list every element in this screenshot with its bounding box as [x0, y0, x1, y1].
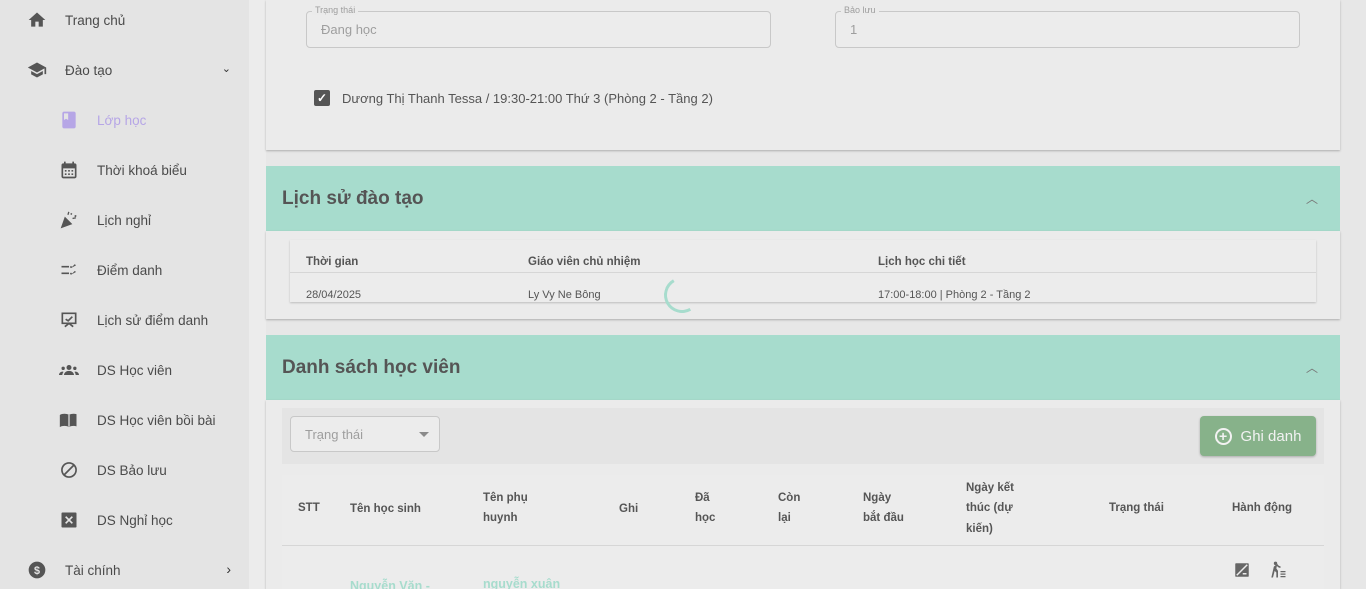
sidebar-item-timetable[interactable]: Thời khoá biểu — [0, 150, 249, 190]
column-header: Trạng thái — [1109, 502, 1164, 514]
column-header: lại — [778, 512, 791, 524]
training-history-header[interactable]: Lịch sử đào tạo ︿ — [266, 166, 1340, 231]
sidebar-item-attendance[interactable]: Điểm danh — [0, 250, 249, 290]
sidebar-item-label: Điểm danh — [97, 262, 163, 278]
sidebar-item-home[interactable]: Trang chủ — [0, 0, 249, 40]
column-header: Giáo viên chủ nhiệm — [528, 256, 641, 268]
student-table: STT Tên học sinh Tên phụ huynh Ghi Đã họ… — [282, 475, 1324, 589]
book-icon — [59, 110, 79, 130]
attendance-history-icon — [59, 310, 79, 330]
sidebar-item-finance[interactable]: $ Tài chính › — [0, 550, 249, 589]
training-history-card: Thời gian Giáo viên chủ nhiệm Lịch học c… — [266, 231, 1340, 319]
sidebar-item-label: Tài chính — [65, 562, 121, 578]
sidebar: Trang chủ Đào tạo ⌄ Lớp học Thời khoá bi… — [0, 0, 249, 589]
sidebar-item-label: Lịch nghỉ — [97, 212, 152, 228]
sidebar-item-holidays[interactable]: Lịch nghỉ — [0, 200, 249, 240]
sidebar-divider — [249, 0, 266, 589]
sidebar-item-label: DS Nghỉ học — [97, 512, 173, 528]
block-icon — [59, 460, 79, 480]
enrollment-info-card: Trạng thái Đang học Bảo lưu 1 ✓ Dương Th… — [266, 0, 1340, 150]
dollar-circle-icon: $ — [27, 560, 47, 580]
status-field-label: Trạng thái — [312, 5, 359, 15]
column-header: Ngày — [863, 492, 892, 504]
sidebar-item-label: DS Học viên — [97, 362, 173, 378]
column-header: Hành động — [1232, 502, 1293, 514]
column-header: Còn — [778, 492, 801, 504]
sidebar-item-dropouts[interactable]: DS Nghỉ học — [0, 500, 249, 540]
column-header: STT — [298, 502, 320, 514]
student-name-link[interactable]: Nguyễn Văn - — [350, 579, 430, 589]
parent-name-link[interactable]: nguyễn xuân — [483, 577, 560, 589]
sidebar-item-training[interactable]: Đào tạo ⌄ — [0, 50, 249, 90]
graduation-cap-icon — [27, 60, 47, 80]
sidebar-item-classes[interactable]: Lớp học — [0, 100, 249, 140]
column-header: thúc (dự — [966, 502, 1013, 514]
section-title: Danh sách học viên — [282, 356, 461, 378]
class-schedule-label: Dương Thị Thanh Tessa / 19:30-21:00 Thứ … — [342, 90, 713, 106]
status-field-value: Đang học — [321, 22, 377, 37]
divider — [282, 545, 1324, 546]
open-book-icon — [59, 410, 79, 430]
status-filter-placeholder: Trạng thái — [305, 427, 364, 442]
student-leave-icon[interactable] — [1268, 560, 1288, 580]
home-icon — [27, 10, 47, 30]
sidebar-item-reserved[interactable]: DS Bảo lưu — [0, 450, 249, 490]
column-header: Ghi — [619, 503, 639, 515]
dropdown-arrow-icon — [419, 432, 429, 437]
chevron-up-icon[interactable]: ︿ — [1306, 190, 1318, 207]
chevron-up-icon[interactable]: ︿ — [1306, 359, 1318, 376]
sidebar-item-label: Trang chủ — [65, 12, 126, 28]
party-popper-icon — [59, 210, 79, 230]
column-header: học — [695, 512, 716, 524]
edit-image-icon[interactable] — [1232, 560, 1252, 580]
sidebar-item-label: Lớp học — [97, 112, 147, 128]
reserve-field-value: 1 — [850, 22, 858, 37]
column-header: kiến) — [966, 523, 993, 535]
sidebar-item-label: DS Bảo lưu — [97, 462, 167, 478]
column-header: Thời gian — [306, 256, 359, 268]
sidebar-item-makeup-students[interactable]: DS Học viên bồi bài — [0, 400, 249, 440]
checkbox-checked-icon[interactable]: ✓ — [314, 90, 330, 106]
divider — [290, 272, 1316, 273]
reserve-field-label: Bảo lưu — [841, 5, 879, 15]
section-title: Lịch sử đào tạo — [282, 187, 424, 209]
add-circle-icon: + — [1214, 427, 1232, 445]
chevron-down-icon: ⌄ — [221, 63, 231, 75]
sidebar-item-label: DS Học viên bồi bài — [97, 412, 216, 428]
history-table: Thời gian Giáo viên chủ nhiệm Lịch học c… — [290, 240, 1316, 302]
column-header: Đã — [695, 492, 710, 504]
sidebar-item-label: Thời khoá biểu — [97, 162, 187, 178]
column-header: Tên phụ — [483, 492, 528, 504]
student-toolbar: Trạng thái + Ghi danh — [282, 408, 1324, 464]
student-list-header[interactable]: Danh sách học viên ︿ — [266, 335, 1340, 400]
column-header: Lịch học chi tiết — [878, 256, 966, 268]
column-header: bắt đầu — [863, 512, 904, 524]
column-header: Ngày kết — [966, 482, 1014, 494]
table-cell: 28/04/2025 — [306, 289, 362, 301]
svg-text:$: $ — [34, 565, 40, 577]
sidebar-item-label: Lịch sử điểm danh — [97, 312, 209, 328]
groups-icon — [59, 360, 79, 380]
sidebar-item-label: Đào tạo — [65, 62, 113, 78]
enroll-button[interactable]: + Ghi danh — [1200, 416, 1316, 456]
calendar-icon — [59, 160, 79, 180]
status-field[interactable]: Trạng thái Đang học — [306, 5, 771, 48]
chevron-right-icon: › — [226, 561, 231, 577]
table-cell: 17:00-18:00 | Phòng 2 - Tầng 2 — [878, 289, 1031, 301]
x-box-icon — [59, 510, 79, 530]
main-content: Trạng thái Đang học Bảo lưu 1 ✓ Dương Th… — [266, 0, 1340, 589]
student-list-card: Trạng thái + Ghi danh STT Tên học sinh T… — [266, 400, 1340, 589]
status-filter-select[interactable]: Trạng thái — [290, 416, 440, 452]
reserve-field[interactable]: Bảo lưu 1 — [835, 5, 1300, 48]
column-header: huynh — [483, 512, 518, 524]
class-schedule-option[interactable]: ✓ Dương Thị Thanh Tessa / 19:30-21:00 Th… — [314, 90, 713, 106]
sidebar-item-students[interactable]: DS Học viên — [0, 350, 249, 390]
table-cell: Ly Vy Ne Bông — [528, 289, 601, 301]
column-header: Tên học sinh — [350, 503, 421, 515]
checklist-icon — [59, 260, 79, 280]
sidebar-item-attendance-history[interactable]: Lịch sử điểm danh — [0, 300, 249, 340]
enroll-button-label: Ghi danh — [1240, 427, 1302, 445]
